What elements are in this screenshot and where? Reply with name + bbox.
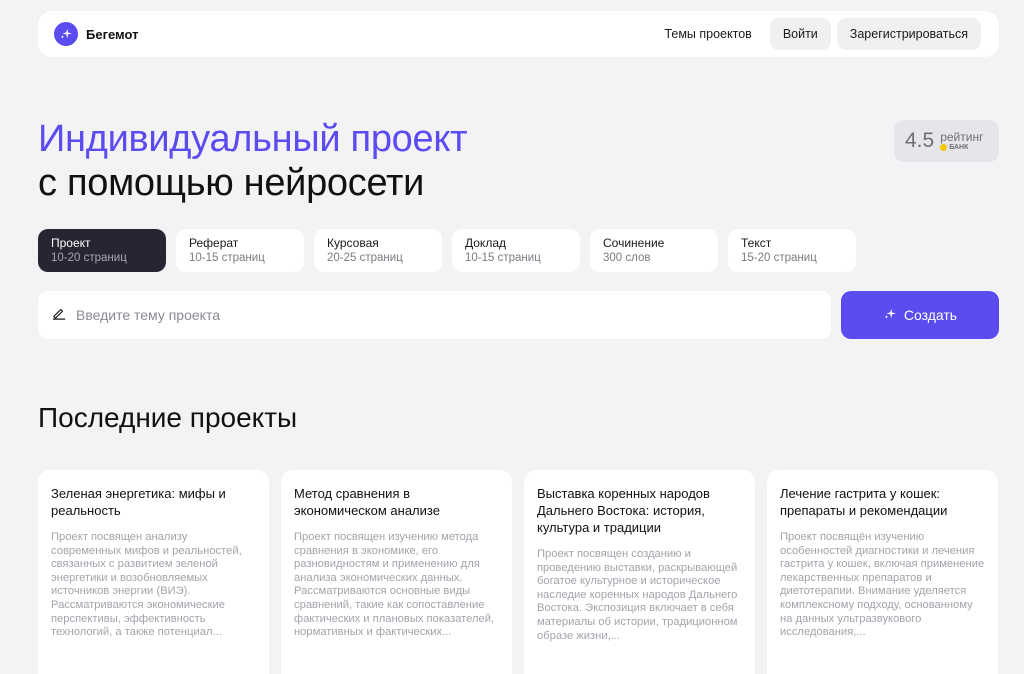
type-option-project[interactable]: Проект 10-20 страниц (38, 229, 166, 272)
type-size: 300 слов (603, 252, 651, 264)
hero-title-line2: с помощью нейросети (38, 162, 425, 204)
type-name: Доклад (465, 236, 506, 250)
type-size: 10-15 страниц (465, 252, 541, 264)
bank-text: БАНК (949, 143, 969, 151)
rating-value: 4.5 (905, 129, 935, 152)
sparkle-logo-icon (54, 22, 78, 46)
type-name: Сочинение (603, 236, 665, 250)
create-button-label: Создать (903, 307, 958, 323)
login-button[interactable]: Войти (769, 18, 831, 50)
nav-topics-link[interactable]: Темы проектов (652, 27, 763, 41)
sparkle-icon (883, 307, 897, 324)
project-card[interactable]: Выставка коренных народов Дальнего Восто… (524, 470, 755, 674)
type-option-composition[interactable]: Сочинение 300 слов (590, 229, 718, 272)
project-card[interactable]: Зеленая энергетика: мифы и реальность Пр… (38, 470, 269, 674)
rating-badge[interactable]: 4.5 рейтинг БАНК (894, 120, 999, 162)
topic-input-box[interactable] (38, 291, 831, 339)
project-card-description: Проект посвящен изучению метода сравнени… (294, 531, 495, 639)
register-button[interactable]: Зарегистрироваться (836, 18, 981, 50)
type-name: Реферат (189, 236, 239, 250)
create-button[interactable]: Создать (841, 291, 999, 339)
topic-input[interactable] (76, 307, 831, 323)
type-size: 10-20 страниц (51, 252, 127, 264)
rating-label: рейтинг (940, 130, 984, 145)
type-size: 10-15 страниц (189, 252, 265, 264)
project-card-description: Проект посвящен анализу современных мифо… (51, 531, 242, 639)
type-option-essay[interactable]: Реферат 10-15 страниц (176, 229, 304, 272)
bank-logo: БАНК (940, 144, 983, 151)
hero-title-line1: Индивидуальный проект (38, 118, 468, 160)
recent-projects-list: Зеленая энергетика: мифы и реальность Пр… (38, 470, 998, 674)
top-header: Бегемот Темы проектов Войти Зарегистриро… (38, 11, 999, 57)
type-option-report[interactable]: Доклад 10-15 страниц (452, 229, 580, 272)
bank-coin-icon (940, 143, 948, 151)
project-card-title: Метод сравнения в экономическом анализе (294, 486, 440, 518)
logo[interactable]: Бегемот (54, 22, 138, 46)
type-size: 15-20 страниц (741, 252, 817, 264)
type-option-coursework[interactable]: Курсовая 20-25 страниц (314, 229, 442, 272)
project-card[interactable]: Метод сравнения в экономическом анализе … (281, 470, 512, 674)
type-name: Проект (51, 236, 91, 250)
type-name: Курсовая (327, 236, 379, 250)
project-card[interactable]: Лечение гастрита у кошек: препараты и ре… (767, 470, 998, 674)
project-card-title: Выставка коренных народов Дальнего Восто… (537, 486, 710, 535)
type-name: Текст (741, 236, 772, 250)
type-option-text[interactable]: Текст 15-20 страниц (728, 229, 856, 272)
project-card-description: Проект посвящен созданию и проведению вы… (537, 548, 738, 642)
project-card-title: Зеленая энергетика: мифы и реальность (51, 486, 226, 518)
nav: Темы проектов Войти Зарегистрироваться (652, 18, 981, 50)
project-card-description: Проект посвящён изучению особенностей ди… (780, 531, 985, 639)
recent-projects-title: Последние проекты (38, 402, 298, 433)
project-card-title: Лечение гастрита у кошек: препараты и ре… (780, 486, 948, 518)
type-size: 20-25 страниц (327, 252, 403, 264)
project-type-selector: Проект 10-20 страниц Реферат 10-15 стран… (38, 229, 856, 272)
pencil-icon (52, 306, 66, 325)
logo-text: Бегемот (86, 26, 139, 42)
